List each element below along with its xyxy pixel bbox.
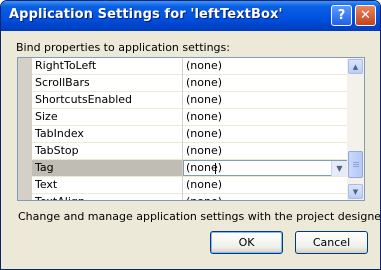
help-icon: ? — [337, 8, 346, 23]
property-row[interactable]: ▼ Tag (none) — [32, 160, 348, 177]
property-name: ScrollBars — [35, 76, 90, 89]
property-row[interactable]: ShortcutsEnabled (none) — [32, 92, 348, 109]
scroll-thumb[interactable] — [348, 151, 363, 178]
property-value: (none) — [186, 59, 223, 72]
property-value: (none) — [186, 161, 223, 174]
property-grid[interactable]: RightToLeft (none) ScrollBars (none) Shortcu… — [17, 57, 365, 201]
ok-button[interactable]: OK — [210, 231, 283, 254]
property-name: RightToLeft — [35, 59, 97, 72]
property-name: TabIndex — [35, 127, 84, 140]
property-row[interactable]: Text (none) — [32, 177, 348, 194]
property-value: (none) — [186, 127, 223, 140]
property-name: Tag — [35, 161, 54, 174]
cancel-button[interactable]: Cancel — [295, 231, 368, 254]
scroll-up-button[interactable]: ▲ — [348, 59, 363, 74]
application-settings-dialog: Application Settings for 'leftTextBox' ?… — [0, 0, 381, 270]
property-value: (none) — [186, 76, 223, 89]
property-row[interactable]: TextAlign (none) — [32, 194, 348, 200]
property-name: ShortcutsEnabled — [35, 93, 133, 106]
close-icon: ✕ — [360, 8, 371, 23]
grid-gutter — [18, 58, 32, 200]
property-value: (none) — [186, 93, 223, 106]
property-name: Text — [35, 178, 58, 191]
property-name: TextAlign — [35, 195, 85, 200]
property-row[interactable]: ScrollBars (none) — [32, 75, 348, 92]
property-name: TabStop — [35, 144, 79, 157]
property-value: (none) — [186, 178, 223, 191]
project-designer-hint: Change and manage application settings w… — [18, 210, 381, 223]
property-row[interactable]: TabIndex (none) — [32, 126, 348, 143]
property-value: (none) — [186, 110, 223, 123]
property-name: Size — [35, 110, 58, 123]
down-arrow-icon: ▼ — [352, 187, 359, 196]
close-button[interactable]: ✕ — [355, 5, 376, 26]
dialog-title: Application Settings for 'leftTextBox' — [9, 7, 283, 22]
property-row[interactable]: RightToLeft (none) — [32, 58, 348, 75]
chevron-down-icon: ▼ — [336, 164, 343, 173]
bind-properties-label: Bind properties to application settings: — [16, 41, 230, 54]
help-button[interactable]: ? — [331, 5, 352, 26]
property-row[interactable]: Size (none) — [32, 109, 348, 126]
dropdown-arrow-button[interactable]: ▼ — [331, 161, 347, 176]
property-value: (none) — [186, 144, 223, 157]
up-arrow-icon: ▲ — [352, 62, 359, 71]
scroll-down-button[interactable]: ▼ — [348, 184, 363, 199]
property-row[interactable]: TabStop (none) — [32, 143, 348, 160]
vertical-scrollbar[interactable]: ▲ ▼ — [347, 58, 364, 200]
title-bar[interactable]: Application Settings for 'leftTextBox' ?… — [1, 1, 380, 31]
property-value: (none) — [186, 195, 222, 200]
